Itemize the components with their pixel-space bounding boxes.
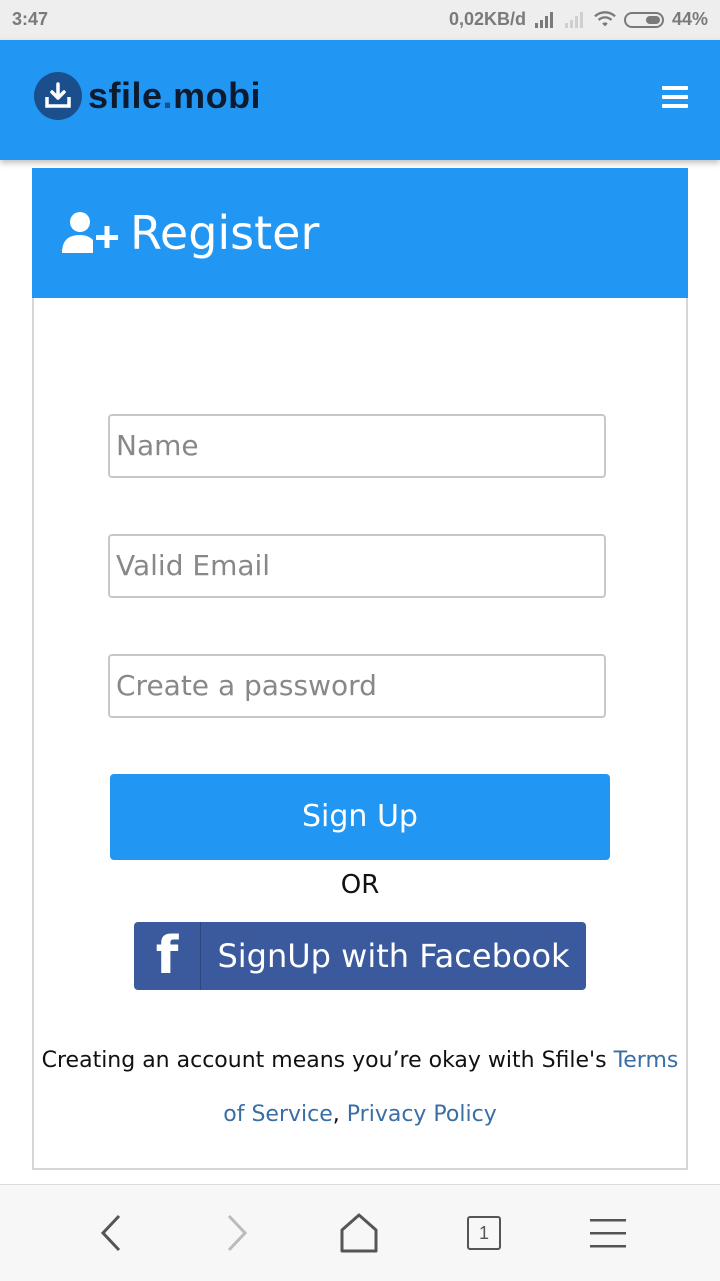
or-divider: OR xyxy=(340,870,380,900)
battery-percent: 44% xyxy=(671,9,708,29)
logo-text-a: sfile xyxy=(88,75,163,116)
facebook-signup-button[interactable]: f SignUp with Facebook xyxy=(134,922,586,990)
top-navbar: sfile.mobi xyxy=(0,40,720,160)
logo-text-b: mobi xyxy=(173,75,262,116)
register-title: Register xyxy=(130,206,320,260)
signal-icon xyxy=(534,11,553,28)
battery-icon xyxy=(623,11,664,28)
register-card: Register Name Valid Email Create a passw… xyxy=(32,168,688,1170)
logo-text: sfile.mobi xyxy=(88,75,261,117)
privacy-policy-link[interactable]: Privacy Policy xyxy=(347,1102,497,1127)
terms-prefix: Creating an account means you’re okay wi… xyxy=(41,1048,614,1073)
network-speed: 0,02KB/d xyxy=(448,9,526,29)
status-time: 3:47 xyxy=(12,9,49,29)
sign-up-button[interactable]: Sign Up xyxy=(110,774,610,860)
password-input[interactable]: Create a password xyxy=(108,654,606,718)
site-logo[interactable]: sfile.mobi xyxy=(34,72,261,120)
back-icon[interactable] xyxy=(88,1209,136,1257)
terms-separator: , xyxy=(332,1102,347,1127)
logo-dot: . xyxy=(162,75,174,116)
register-header: Register xyxy=(32,168,688,298)
wifi-icon xyxy=(594,10,616,26)
browser-bottom-bar: 1 xyxy=(0,1184,720,1281)
download-logo-icon xyxy=(34,72,82,120)
tabs-icon[interactable]: 1 xyxy=(460,1209,508,1257)
terms-text: Creating an account means you’re okay wi… xyxy=(34,1034,686,1142)
home-icon[interactable] xyxy=(335,1209,383,1257)
signal-2-icon xyxy=(564,11,583,28)
status-right: 0,02KB/d 44% xyxy=(449,9,708,30)
user-plus-icon xyxy=(62,212,118,253)
facebook-signup-label: SignUp with Facebook xyxy=(217,937,570,975)
hamburger-icon[interactable] xyxy=(662,86,688,108)
tab-count: 1 xyxy=(467,1216,501,1250)
menu-icon[interactable] xyxy=(584,1209,632,1257)
name-input[interactable]: Name xyxy=(108,414,606,478)
forward-icon[interactable] xyxy=(212,1209,260,1257)
facebook-icon: f xyxy=(134,922,201,990)
email-input[interactable]: Valid Email xyxy=(108,534,606,598)
status-bar: 3:47 0,02KB/d 44% xyxy=(0,0,720,40)
